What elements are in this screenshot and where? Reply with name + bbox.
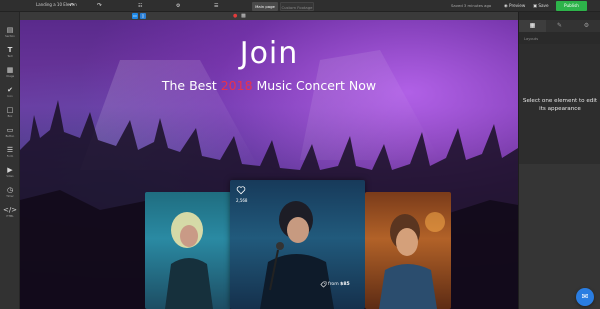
- price-tag-icon: [320, 281, 327, 288]
- tool-button[interactable]: ▭ Button: [0, 124, 20, 144]
- save-button[interactable]: ▣ Save: [533, 2, 549, 10]
- layers-label: Layouts: [524, 37, 539, 41]
- code-icon: </>: [2, 206, 18, 214]
- tool-label: Box: [7, 115, 13, 118]
- tab-main-page[interactable]: Main page: [252, 2, 278, 11]
- top-bar: Landing a 10 Eleven ↶ ↷ ☷ ⚙ ☰ Main page …: [0, 0, 600, 12]
- text-icon: T: [7, 46, 13, 54]
- video-icon: ▶: [7, 166, 13, 174]
- subtitle-year: 2018: [220, 78, 253, 93]
- trash-icon[interactable]: ▩: [241, 12, 246, 20]
- eye-icon: ◉: [504, 3, 508, 8]
- publish-label: Publish: [564, 3, 579, 8]
- subtitle-prefix: The Best: [161, 78, 221, 93]
- tool-label: HTML: [6, 215, 14, 218]
- tool-label: Button: [5, 135, 15, 138]
- hero-subtitle[interactable]: The Best 2018 Music Concert Now: [20, 78, 518, 93]
- element-toolbar: ▤ Section T Text ▦ Image ✔ Icon □ Box ▭ Button…: [0, 12, 20, 309]
- tool-timer[interactable]: ◷ Timer: [0, 184, 20, 204]
- pages-icon[interactable]: ☷: [138, 2, 142, 10]
- select-element-message: Select one element to edit its appearanc…: [522, 98, 598, 112]
- save-icon: ▣: [533, 3, 537, 8]
- tool-text[interactable]: T Text: [0, 44, 20, 64]
- ticket-price: from $85: [328, 282, 350, 287]
- price-value: $85: [340, 282, 350, 287]
- preview-button[interactable]: ◉ Preview: [504, 2, 525, 10]
- device-strip: [20, 12, 518, 20]
- likes-count: 2,568: [236, 198, 248, 203]
- layers-tab-icon: ▦: [529, 22, 536, 29]
- preview-label: Preview: [509, 3, 526, 8]
- section-icon: ▤: [6, 26, 14, 34]
- tool-video[interactable]: ▶ Video: [0, 164, 20, 184]
- featured-artist-card[interactable]: 2,568 from $85: [230, 180, 365, 309]
- layers-icon[interactable]: ☰: [214, 2, 218, 10]
- warning-icon[interactable]: ●: [233, 12, 237, 20]
- publish-button[interactable]: Publish: [556, 1, 587, 11]
- check-circle-icon: ✔: [7, 86, 13, 94]
- desktop-icon[interactable]: ▭: [132, 13, 138, 19]
- tool-icon[interactable]: ✔ Icon: [0, 84, 20, 104]
- artist-photo-card[interactable]: [145, 192, 231, 309]
- singer-guitar-photo: [379, 212, 445, 309]
- tool-label: Timer: [6, 195, 14, 198]
- brush-icon: ✎: [556, 22, 563, 29]
- subtitle-suffix: Music Concert Now: [252, 78, 377, 93]
- gear-icon: ⚙: [583, 22, 590, 29]
- clock-icon: ◷: [6, 186, 14, 194]
- tool-box[interactable]: □ Box: [0, 104, 20, 124]
- tool-html[interactable]: </> HTML: [0, 204, 20, 224]
- hero-title[interactable]: Join: [20, 36, 518, 71]
- image-icon: ▦: [6, 66, 14, 74]
- tab-layers[interactable]: ▦: [519, 20, 546, 32]
- tool-label: Video: [6, 175, 14, 178]
- mobile-icon[interactable]: ▯: [140, 13, 146, 19]
- tool-label: Form: [6, 155, 14, 158]
- tool-label: Icon: [7, 95, 13, 98]
- button-icon: ▭: [6, 126, 14, 134]
- tool-form[interactable]: ☰ Form: [0, 144, 20, 164]
- form-icon: ☰: [6, 146, 14, 154]
- chat-support-button[interactable]: ✉: [576, 288, 594, 306]
- price-prefix: from: [328, 282, 341, 287]
- properties-panel: ▦ ✎ ⚙ Layouts Select one element to edit…: [518, 12, 600, 309]
- singer-microphone-photo: [260, 201, 334, 309]
- panel-tabs: ▦ ✎ ⚙: [519, 20, 600, 32]
- tool-section[interactable]: ▤ Section: [0, 24, 20, 44]
- chat-icon: ✉: [581, 292, 589, 301]
- tab-settings[interactable]: ⚙: [573, 20, 600, 32]
- page-canvas[interactable]: Join The Best 2018 Music Concert Now 2,5…: [20, 20, 518, 309]
- heart-icon[interactable]: [236, 185, 246, 195]
- editor-app: Landing a 10 Eleven ↶ ↷ ☷ ⚙ ☰ Main page …: [0, 0, 600, 309]
- tool-label: Section: [5, 35, 15, 38]
- saved-status: Saved 3 minutes ago: [451, 3, 492, 8]
- redo-icon[interactable]: ↷: [97, 2, 102, 10]
- box-icon: □: [6, 106, 14, 114]
- tab-styles[interactable]: ✎: [546, 20, 573, 32]
- save-label: Save: [538, 3, 549, 8]
- artist-photo-card[interactable]: [365, 192, 451, 309]
- singer-blonde-photo: [165, 212, 213, 309]
- undo-icon[interactable]: ↶: [69, 2, 74, 10]
- tool-label: Text: [7, 55, 13, 58]
- settings-icon[interactable]: ⚙: [176, 2, 180, 10]
- tool-label: Image: [5, 75, 15, 78]
- tool-image[interactable]: ▦ Image: [0, 64, 20, 84]
- tab-custom-footage[interactable]: Custom Footage: [280, 2, 314, 11]
